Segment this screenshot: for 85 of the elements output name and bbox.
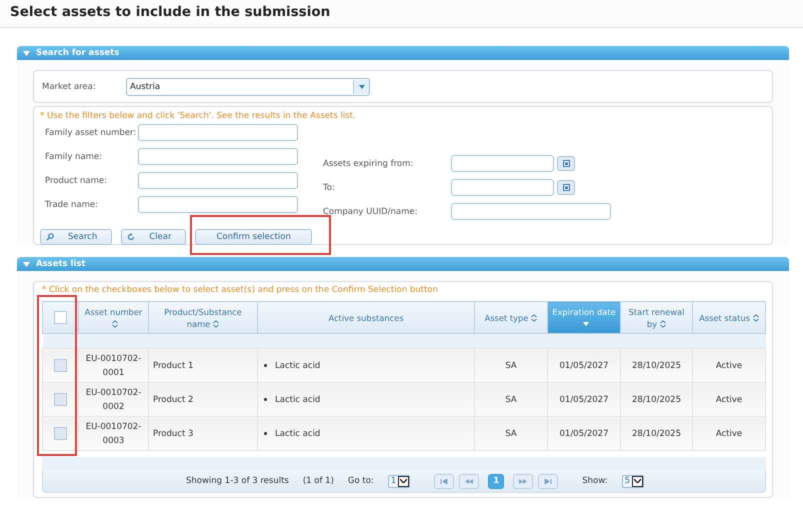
field-label: To: [323,182,336,192]
show-label: Show: [582,476,608,486]
table-cell: EU-0010702-0002 [86,388,142,412]
action-button[interactable]: Search [40,229,112,245]
field-label: Company UUID/name: [323,206,418,216]
table-cell-text: Lactic acid [275,428,320,440]
instruction-text: * Use the filters below and click 'Search'. See the results in the Assets list. [40,111,357,121]
table-cell: Product 1 [153,360,194,370]
first-page-button[interactable] [434,474,454,488]
table-cell: 28/10/2025 [632,428,681,438]
field-label: Assets expiring from: [323,158,414,168]
caret-icon [358,84,364,88]
table-cell: 28/10/2025 [632,360,681,370]
caret-icon [400,479,408,483]
field-label: Trade name: [44,200,99,210]
table-cell: Product 3 [153,428,194,438]
column-header[interactable]: Expiration date [548,302,620,334]
date-field[interactable] [451,155,554,172]
results-summary: Showing 1-3 of 3 results [186,476,289,486]
field-label: Family name: [44,152,104,162]
page-title: Select assets to include in the submission [0,0,803,28]
table-cell: Product 2 [153,394,194,404]
calendar-button[interactable] [557,180,575,195]
input-field[interactable] [138,148,298,165]
column-header[interactable]: Asset type [474,302,548,334]
caret-icon [634,479,641,483]
table-cell: SA [505,360,517,370]
fast-forward-icon [519,478,528,484]
bullet-icon [264,432,267,435]
skip-end-icon [544,478,552,484]
calendar-button[interactable] [557,156,575,171]
action-button[interactable]: Confirm selection [195,229,312,245]
table-cell: 28/10/2025 [632,394,681,404]
input-field[interactable] [138,196,298,213]
table-cell: EU-0010702-0001 [86,354,142,378]
instruction-text: * Click on the checkboxes below to select asset(s) and press on the Confirm Selection button [42,285,439,295]
action-button[interactable]: Clear [121,229,186,245]
table-cell: 01/05/2027 [560,360,608,370]
column-header[interactable]: Start renewal by [620,302,692,334]
table-cell: Active [716,360,742,370]
column-header[interactable]: Product/Substance name [148,302,258,334]
field-label: Market area: [42,82,97,92]
search-icon [46,233,54,241]
rewind-icon [465,478,474,484]
calendar-icon [562,160,570,167]
table-cell: SA [505,428,517,438]
column-header[interactable]: Asset status [692,302,766,334]
table-cell: SA [505,394,517,404]
panel-title: Assets list [36,259,86,269]
row-checkbox[interactable] [54,358,67,372]
calendar-icon [562,184,570,191]
table-cell: Active [716,428,742,438]
bullet-icon [264,398,267,401]
input-field[interactable] [138,124,298,141]
input-field[interactable] [138,172,298,189]
row-checkbox[interactable] [54,392,67,406]
page-button[interactable]: 1 [488,474,504,488]
field-label: Product name: [44,176,108,186]
row-checkbox[interactable] [54,426,67,440]
skip-start-icon [440,478,448,484]
last-page-button[interactable] [538,474,558,488]
market-area-dropdown[interactable]: Austria [126,78,370,96]
table-cell-text: Lactic acid [275,360,320,372]
go-to-label: Go to: [348,476,374,486]
page-size-dropdown[interactable]: 5 [622,474,644,488]
select-all-checkbox[interactable] [54,311,67,324]
table-cell: Active [716,394,742,404]
panel-header[interactable]: Search for assets [17,46,789,60]
table-cell: EU-0010702-0003 [86,422,142,446]
input-field[interactable] [451,203,611,220]
table-cell: 01/05/2027 [560,394,608,404]
column-header[interactable]: Asset number [78,302,148,334]
date-field[interactable] [451,179,554,196]
page-count: (1 of 1) [302,476,334,486]
table-cell: 01/05/2027 [560,428,608,438]
page-dropdown[interactable]: 1 [388,474,410,488]
panel-header[interactable]: Assets list [17,257,789,271]
next-page-button[interactable] [513,474,534,488]
refresh-icon [127,233,136,241]
prev-page-button[interactable] [459,474,480,488]
field-label: Family asset number: [44,128,138,138]
panel-title: Search for assets [36,48,120,58]
table-cell-text: Lactic acid [275,394,320,406]
column-header: Active substances [258,302,474,334]
bullet-icon [264,364,267,367]
